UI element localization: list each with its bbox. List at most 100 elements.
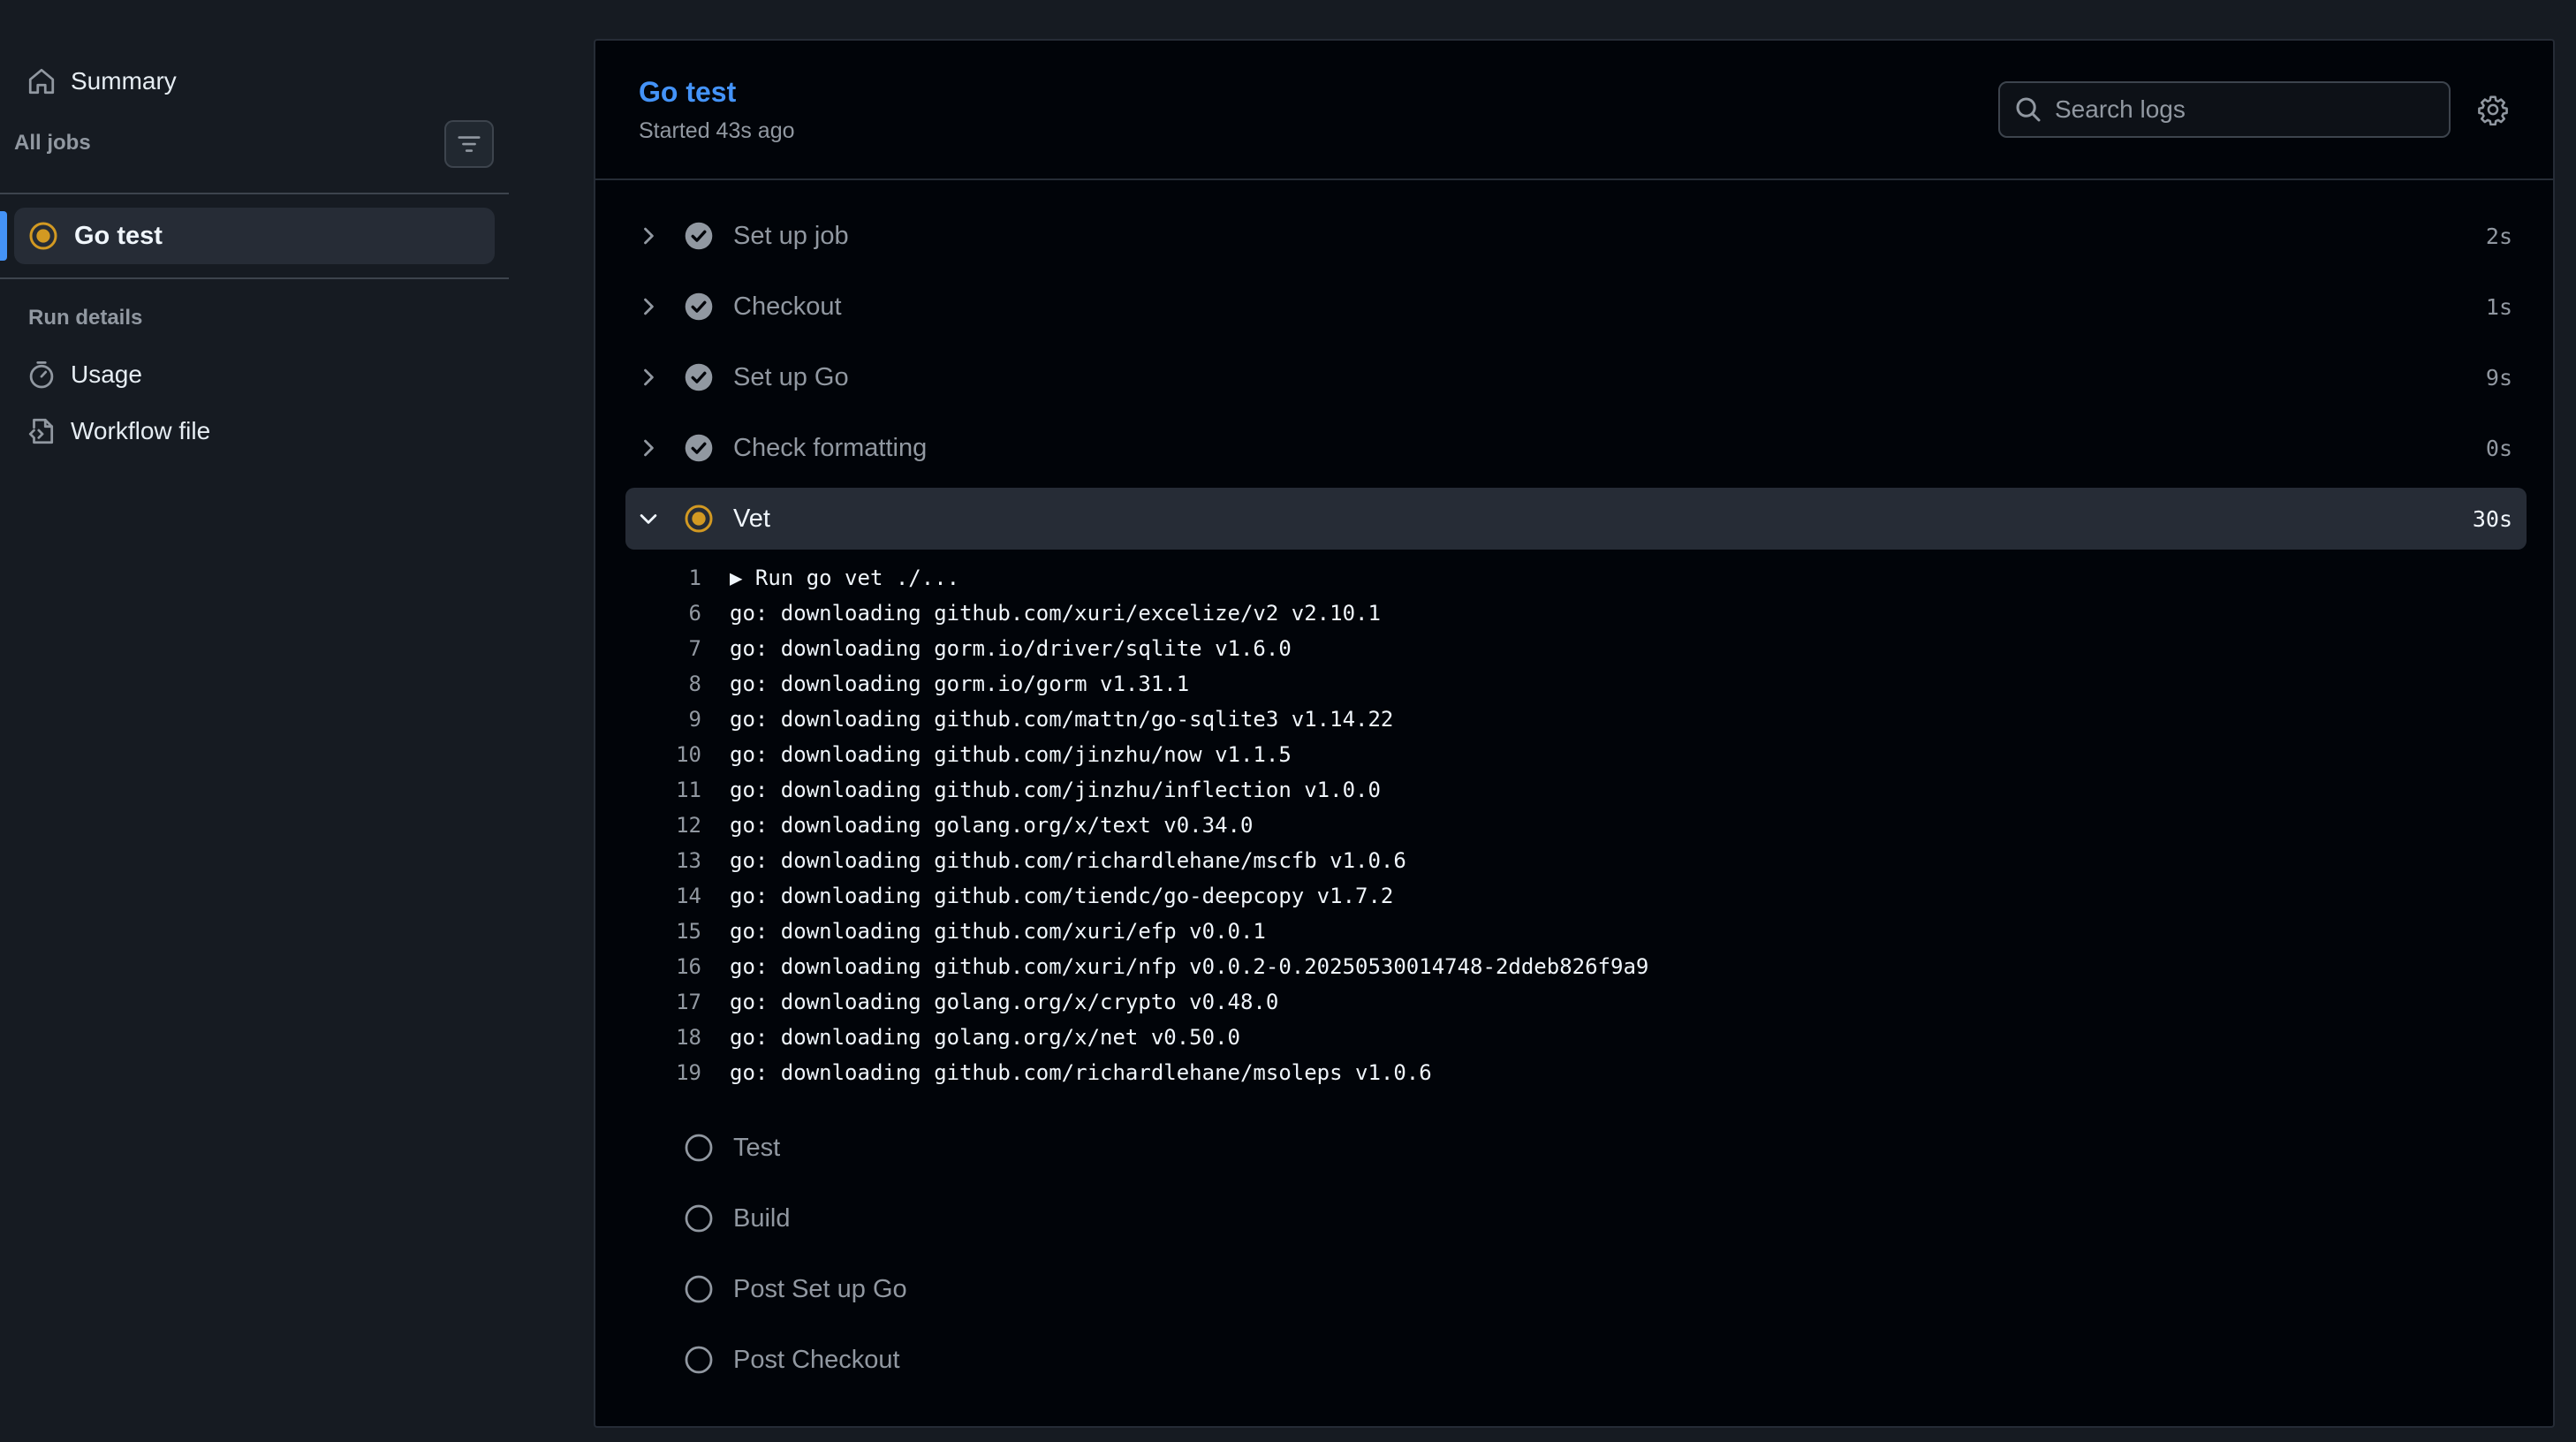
in-progress-icon bbox=[685, 505, 713, 533]
file-code-icon bbox=[28, 418, 54, 444]
line-number[interactable]: 10 bbox=[625, 742, 701, 767]
log-line: 16 go: downloading github.com/xuri/nfp v0… bbox=[625, 949, 1648, 984]
filter-icon bbox=[458, 136, 481, 152]
step-name: Set up Go bbox=[733, 362, 849, 391]
chevron-right-icon bbox=[644, 439, 654, 457]
step-check-formatting[interactable]: Check formatting 0s bbox=[625, 417, 2527, 479]
step-checkout[interactable]: Checkout 1s bbox=[625, 276, 2527, 338]
line-number[interactable]: 18 bbox=[625, 1025, 701, 1050]
step-set-up-go[interactable]: Set up Go 9s bbox=[625, 346, 2527, 408]
check-circle-icon bbox=[685, 434, 713, 462]
chevron-right-icon bbox=[644, 227, 654, 245]
selected-indicator bbox=[0, 211, 7, 261]
step-test[interactable]: Test bbox=[625, 1117, 2527, 1179]
started-time: Started 43s ago bbox=[639, 118, 795, 143]
in-progress-icon bbox=[29, 222, 57, 250]
all-jobs-heading: All jobs bbox=[14, 131, 91, 155]
log-text: go: downloading github.com/xuri/excelize… bbox=[730, 601, 1381, 626]
line-number[interactable]: 17 bbox=[625, 990, 701, 1014]
search-box[interactable] bbox=[1998, 81, 2451, 138]
sidebar-item-go-test[interactable]: Go test bbox=[14, 208, 495, 264]
log-line: 10 go: downloading github.com/jinzhu/now … bbox=[625, 737, 1292, 772]
log-line: 18 go: downloading golang.org/x/net v0.50… bbox=[625, 1020, 1240, 1055]
home-icon bbox=[28, 68, 55, 95]
sidebar-item-workflow-file[interactable]: Workflow file bbox=[27, 414, 210, 449]
step-name: Build bbox=[733, 1203, 791, 1233]
pending-circle-icon bbox=[685, 1346, 713, 1374]
filter-button[interactable] bbox=[444, 120, 494, 168]
step-name: Vet bbox=[733, 504, 770, 533]
log-text: ▶ Run go vet ./... bbox=[730, 565, 960, 590]
log-text: go: downloading github.com/xuri/efp v0.0… bbox=[730, 919, 1266, 944]
log-line: 8 go: downloading gorm.io/gorm v1.31.1 bbox=[625, 666, 1190, 702]
line-number[interactable]: 13 bbox=[625, 848, 701, 873]
run-details-heading: Run details bbox=[28, 306, 143, 330]
log-line: 7 go: downloading gorm.io/driver/sqlite v… bbox=[625, 631, 1292, 666]
sidebar-item-label: Workflow file bbox=[71, 417, 211, 444]
chevron-right-icon bbox=[644, 368, 654, 386]
log-text: go: downloading gorm.io/gorm v1.31.1 bbox=[730, 672, 1190, 696]
step-vet[interactable]: Vet 30s bbox=[625, 488, 2527, 550]
log-text: go: downloading golang.org/x/crypto v0.4… bbox=[730, 990, 1279, 1014]
log-line: 15 go: downloading github.com/xuri/efp v0… bbox=[625, 914, 1266, 949]
step-name: Checkout bbox=[733, 292, 842, 321]
log-line: 9 go: downloading github.com/mattn/go-sql… bbox=[625, 702, 1394, 737]
log-text: go: downloading golang.org/x/net v0.50.0 bbox=[730, 1025, 1240, 1050]
log-line: 19 go: downloading github.com/richardleha… bbox=[625, 1055, 1432, 1090]
step-duration: 0s bbox=[2485, 435, 2512, 461]
log-text: go: downloading github.com/xuri/nfp v0.0… bbox=[730, 954, 1649, 979]
step-duration: 2s bbox=[2485, 223, 2512, 249]
sidebar-item-usage[interactable]: Usage bbox=[27, 357, 142, 392]
pending-circle-icon bbox=[685, 1204, 713, 1233]
log-text: go: downloading github.com/richardlehane… bbox=[730, 848, 1406, 873]
log-text: go: downloading github.com/jinzhu/inflec… bbox=[730, 778, 1381, 802]
sidebar: Summary All jobs Go test Run details Usa… bbox=[0, 0, 512, 1442]
step-post-checkout[interactable]: Post Checkout bbox=[625, 1329, 2527, 1391]
chevron-down-icon bbox=[640, 514, 657, 524]
check-circle-icon bbox=[685, 363, 713, 391]
log-line[interactable]: 1 ▶ Run go vet ./... bbox=[625, 560, 960, 596]
line-number[interactable]: 16 bbox=[625, 954, 701, 979]
log-text: go: downloading github.com/tiendc/go-dee… bbox=[730, 884, 1394, 908]
log-line: 12 go: downloading golang.org/x/text v0.3… bbox=[625, 808, 1253, 843]
job-title[interactable]: Go test bbox=[639, 76, 736, 109]
sidebar-item-label: Summary bbox=[71, 67, 177, 95]
step-duration: 1s bbox=[2485, 293, 2512, 320]
step-duration: 9s bbox=[2485, 364, 2512, 391]
divider bbox=[0, 277, 509, 279]
sidebar-item-label: Usage bbox=[71, 360, 142, 388]
log-line: 11 go: downloading github.com/jinzhu/infl… bbox=[625, 772, 1381, 808]
step-name: Post Set up Go bbox=[733, 1274, 907, 1303]
log-line: 14 go: downloading github.com/tiendc/go-d… bbox=[625, 878, 1393, 914]
job-header: Go test Started 43s ago bbox=[595, 41, 2553, 180]
check-circle-icon bbox=[685, 222, 713, 250]
step-name: Check formatting bbox=[733, 433, 928, 462]
step-name: Post Checkout bbox=[733, 1345, 900, 1374]
step-set-up-job[interactable]: Set up job 2s bbox=[625, 205, 2527, 267]
log-text: go: downloading github.com/richardlehane… bbox=[730, 1060, 1432, 1085]
log-text: go: downloading github.com/mattn/go-sqli… bbox=[730, 707, 1394, 732]
step-post-set-up-go[interactable]: Post Set up Go bbox=[625, 1258, 2527, 1320]
line-number[interactable]: 9 bbox=[625, 707, 701, 732]
job-log-panel: Go test Started 43s ago Set up job 2s Ch… bbox=[594, 39, 2555, 1428]
log-line: 13 go: downloading github.com/richardleha… bbox=[625, 843, 1406, 878]
line-number[interactable]: 6 bbox=[625, 601, 701, 626]
chevron-right-icon bbox=[644, 298, 654, 315]
gear-icon[interactable] bbox=[2477, 94, 2509, 125]
step-build[interactable]: Build bbox=[625, 1188, 2527, 1249]
line-number[interactable]: 12 bbox=[625, 813, 701, 838]
pending-circle-icon bbox=[685, 1134, 713, 1162]
log-text: go: downloading golang.org/x/text v0.34.… bbox=[730, 813, 1254, 838]
line-number[interactable]: 1 bbox=[625, 565, 701, 590]
log-text: go: downloading github.com/jinzhu/now v1… bbox=[730, 742, 1292, 767]
line-number[interactable]: 14 bbox=[625, 884, 701, 908]
line-number[interactable]: 7 bbox=[625, 636, 701, 661]
line-number[interactable]: 15 bbox=[625, 919, 701, 944]
search-input[interactable] bbox=[2055, 95, 2426, 124]
line-number[interactable]: 19 bbox=[625, 1060, 701, 1085]
line-number[interactable]: 11 bbox=[625, 778, 701, 802]
log-line: 17 go: downloading golang.org/x/crypto v0… bbox=[625, 984, 1278, 1020]
sidebar-item-summary[interactable]: Summary bbox=[27, 64, 177, 99]
line-number[interactable]: 8 bbox=[625, 672, 701, 696]
check-circle-icon bbox=[685, 292, 713, 321]
